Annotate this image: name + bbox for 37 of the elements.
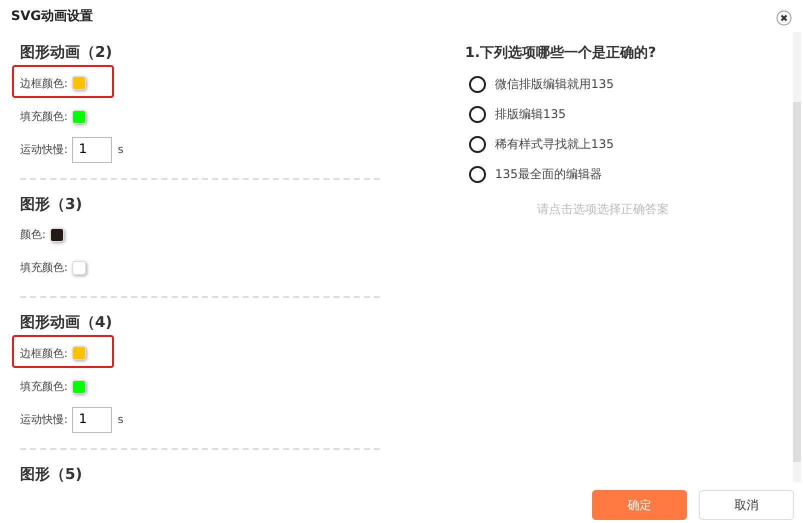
option-label[interactable]: 135最全面的编辑器 — [495, 166, 602, 182]
option-label[interactable]: 微信排版编辑就用135 — [495, 76, 614, 92]
color-swatch[interactable] — [72, 380, 86, 394]
field-label: 运动快慢: — [20, 142, 68, 157]
field-label: 填充颜色: — [20, 109, 68, 124]
hint-text: 请点击选项选择正确答案 — [536, 201, 670, 218]
question-title: 1.下列选项哪些一个是正确的? — [465, 44, 658, 62]
speed-input[interactable]: 1 — [72, 406, 112, 432]
section-heading: 图形动画（4) — [20, 312, 114, 333]
radio-button[interactable] — [469, 166, 486, 182]
cancel-button[interactable]: 取消 — [699, 490, 794, 520]
radio-button[interactable] — [469, 136, 486, 152]
section-heading: 图形（5) — [20, 464, 84, 482]
field-label: 运动快慢: — [20, 412, 68, 427]
field-label: 填充颜色: — [20, 260, 68, 275]
field-label: 填充颜色: — [20, 379, 68, 394]
color-swatch[interactable] — [50, 228, 64, 242]
scrollbar-thumb[interactable] — [793, 102, 801, 462]
field-label: 边框颜色: — [20, 346, 68, 360]
color-swatch[interactable] — [72, 76, 86, 90]
option-label[interactable]: 排版编辑135 — [495, 106, 566, 122]
radio-button[interactable] — [469, 76, 486, 92]
close-icon[interactable] — [776, 10, 792, 26]
section-heading: 图形（3) — [20, 194, 84, 215]
color-swatch[interactable] — [72, 110, 86, 124]
option-label[interactable]: 稀有样式寻找就上135 — [495, 136, 614, 152]
section-heading: 图形动画（2) — [20, 42, 114, 63]
color-swatch[interactable] — [72, 260, 86, 274]
unit-label: s — [118, 413, 124, 426]
color-swatch[interactable] — [72, 346, 86, 360]
radio-button[interactable] — [469, 106, 486, 122]
scrollbar[interactable] — [793, 32, 801, 482]
field-label: 颜色: — [20, 227, 46, 242]
speed-input[interactable]: 1 — [72, 136, 112, 162]
field-label: 边框颜色: — [20, 76, 68, 90]
window-title: SVG动画设置 — [11, 8, 94, 25]
unit-label: s — [118, 143, 124, 156]
